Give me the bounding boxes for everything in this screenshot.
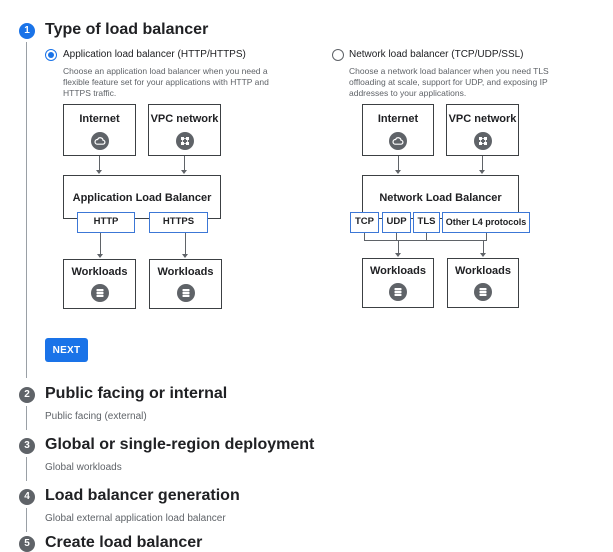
internet-label: Internet: [377, 113, 419, 125]
network-icon: [473, 132, 492, 150]
workloads-label: Workloads: [369, 265, 427, 277]
connector-line: [396, 233, 397, 240]
arrow-down-icon: [480, 253, 486, 257]
internet-box: Internet: [63, 104, 136, 156]
step-2-indicator: 2: [19, 387, 35, 403]
connector-line: [100, 233, 101, 254]
workloads-box: Workloads: [447, 258, 519, 308]
connector-line: [482, 156, 483, 170]
network-lb-description: Choose a network load balancer when you …: [349, 66, 549, 98]
workloads-label: Workloads: [454, 265, 512, 277]
step-4-title[interactable]: Load balancer generation: [45, 487, 240, 505]
step-2-title[interactable]: Public facing or internal: [45, 385, 227, 403]
arrow-down-icon: [181, 170, 187, 174]
internet-box: Internet: [362, 104, 434, 156]
application-lb-description: Choose an application load balancer when…: [63, 66, 269, 98]
step-1-title: Type of load balancer: [45, 21, 209, 38]
step-5-title[interactable]: Create load balancer: [45, 534, 202, 552]
workloads-label: Workloads: [157, 266, 214, 278]
vpc-network-box: VPC network: [148, 104, 221, 156]
database-icon: [389, 283, 407, 301]
workloads-label: Workloads: [71, 266, 128, 278]
connector-line: [185, 233, 186, 254]
tls-protocol-chip: TLS: [413, 212, 440, 233]
connector-line: [99, 156, 100, 170]
vpc-network-label: VPC network: [448, 113, 517, 125]
connector-line: [364, 233, 365, 240]
arrow-down-icon: [395, 170, 401, 174]
network-lb-radio[interactable]: [332, 49, 344, 61]
udp-protocol-chip: UDP: [382, 212, 411, 233]
connector-line: [483, 241, 484, 253]
application-load-balancer-label: Application Load Balancer: [72, 192, 212, 204]
arrow-down-icon: [479, 170, 485, 174]
application-lb-radio[interactable]: [45, 49, 57, 61]
connector-line: [398, 156, 399, 170]
connector-line: [398, 241, 399, 253]
network-lb-label[interactable]: Network load balancer (TCP/UDP/SSL): [349, 49, 524, 60]
step-4-summary: Global external application load balance…: [45, 513, 226, 524]
workloads-box: Workloads: [63, 259, 136, 309]
cloud-icon: [90, 132, 109, 150]
http-protocol-chip: HTTP: [77, 212, 135, 233]
internet-label: Internet: [79, 113, 120, 125]
arrow-down-icon: [97, 254, 103, 258]
workloads-box: Workloads: [149, 259, 222, 309]
tcp-protocol-chip: TCP: [350, 212, 379, 233]
other-l4-protocol-chip: Other L4 protocols: [442, 212, 530, 233]
network-icon: [175, 132, 194, 150]
arrow-down-icon: [395, 253, 401, 257]
next-button[interactable]: NEXT: [45, 338, 88, 362]
application-lb-label[interactable]: Application load balancer (HTTP/HTTPS): [63, 49, 246, 60]
step-2-connector: [26, 406, 27, 430]
step-3-summary: Global workloads: [45, 462, 122, 473]
database-icon: [90, 284, 109, 302]
vpc-network-label: VPC network: [150, 113, 219, 125]
step-3-connector: [26, 457, 27, 481]
vpc-network-box: VPC network: [446, 104, 519, 156]
database-icon: [176, 284, 195, 302]
connector-line: [184, 156, 185, 170]
workloads-box: Workloads: [362, 258, 434, 308]
cloud-icon: [389, 132, 407, 150]
step-3-indicator: 3: [19, 438, 35, 454]
step-1-connector: [26, 42, 27, 378]
step-1-indicator: 1: [19, 23, 35, 39]
step-2-summary: Public facing (external): [45, 411, 147, 422]
connector-line: [426, 233, 427, 240]
connector-line: [364, 240, 487, 241]
connector-line: [486, 233, 487, 240]
database-icon: [474, 283, 492, 301]
arrow-down-icon: [182, 254, 188, 258]
step-4-indicator: 4: [19, 489, 35, 505]
step-5-indicator: 5: [19, 536, 35, 552]
step-3-title[interactable]: Global or single-region deployment: [45, 436, 314, 454]
arrow-down-icon: [96, 170, 102, 174]
network-load-balancer-label: Network Load Balancer: [379, 192, 502, 204]
https-protocol-chip: HTTPS: [149, 212, 208, 233]
step-4-connector: [26, 508, 27, 532]
